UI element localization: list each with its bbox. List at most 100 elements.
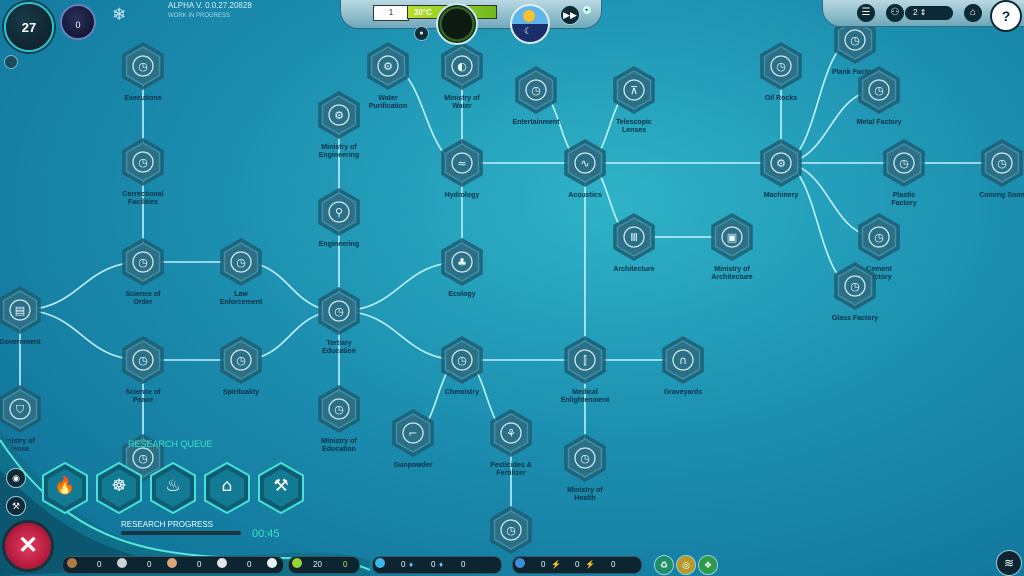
workers-count[interactable]: 2 ⇕ xyxy=(905,6,953,20)
timer-icon: ◷ xyxy=(236,256,246,269)
node-label: Metal Factory xyxy=(856,119,901,126)
tech-node-water-purification[interactable]: ⚙ WaterPurification xyxy=(367,42,409,110)
layers-icon[interactable]: ≋ xyxy=(996,550,1022,576)
wheel-icon: ☸ xyxy=(111,476,127,496)
timer-icon: ◷ xyxy=(776,60,786,73)
tech-node-ministry-engineering[interactable]: ⚙ Ministry ofEngineering xyxy=(318,91,360,159)
tech-node-ecology[interactable]: ♣ Ecology xyxy=(441,238,483,298)
timer-icon: ◷ xyxy=(334,403,344,416)
season-dial-icon[interactable] xyxy=(436,3,478,45)
timer-icon: ◷ xyxy=(580,452,590,465)
tech-node-ministry-architecture[interactable]: ▣ Ministry ofArchitecture xyxy=(711,213,753,281)
node-label: Spirituality xyxy=(223,389,259,396)
timer-icon: ◷ xyxy=(334,305,344,318)
tomb-icon: ∩ xyxy=(679,354,687,367)
node-label: Graveyards xyxy=(664,389,703,396)
timer-icon: ◷ xyxy=(874,84,884,97)
water-count-2: 0 xyxy=(431,560,436,569)
close-button[interactable]: ✕ xyxy=(2,520,54,572)
node-label: Entertainment xyxy=(512,119,560,126)
gear-icon: ⚙ xyxy=(776,157,786,170)
day-night-icon[interactable]: ☾ xyxy=(510,4,550,44)
apple-icon xyxy=(292,558,302,568)
queue-slot-3[interactable]: ♨ xyxy=(150,461,196,515)
snowflake-icon[interactable]: ❄ xyxy=(112,5,126,25)
queue-slot-2[interactable]: ☸ xyxy=(96,461,142,515)
tech-node-gunpowder[interactable]: ⌐ Gunpowder xyxy=(392,409,434,469)
drop-small-icon-2: ♦ xyxy=(439,560,444,569)
temperature-stepper[interactable]: 1 xyxy=(373,5,409,21)
node-label: Government xyxy=(0,339,41,346)
updown-icon: ⇕ xyxy=(919,8,927,17)
tech-node-ministry-water[interactable]: ◐ Ministry ofWater xyxy=(441,42,483,110)
node-label-line2: Architecture xyxy=(711,274,752,281)
tech-node-science-peace[interactable]: ◷ Science ofPeace xyxy=(122,336,164,404)
gold-icon[interactable]: ◎ xyxy=(676,555,696,575)
node-label-line2: Engineering xyxy=(319,152,359,159)
queue-slot-4[interactable]: ⌂ xyxy=(204,461,250,515)
tech-node-plastic-factory[interactable]: ◷ PlasticFactory xyxy=(883,139,925,207)
syringe-icon: ⫿ xyxy=(583,354,587,367)
speed-indicator-icon[interactable]: ▸ xyxy=(583,6,591,14)
document-icon: ▤ xyxy=(15,304,25,317)
timer-icon: ◷ xyxy=(506,524,516,537)
timer-icon: ◷ xyxy=(138,354,148,367)
happiness-counter[interactable]: 0 xyxy=(60,4,96,40)
hammer-icon[interactable]: ⚒ xyxy=(6,496,26,516)
notification-dot[interactable] xyxy=(4,55,18,69)
tree-icon: ♣ xyxy=(457,256,467,269)
leaf-icon[interactable]: ♻ xyxy=(654,555,674,575)
node-label: Science of xyxy=(125,389,161,396)
wood-icon xyxy=(67,558,77,568)
tech-node-coming-soon[interactable]: ◷ Coming Soon xyxy=(979,139,1024,199)
node-label: Ecology xyxy=(448,291,475,298)
expand-icon[interactable] xyxy=(267,558,277,568)
help-button[interactable]: ? xyxy=(990,0,1022,32)
tech-node-graveyards[interactable]: ∩ Graveyards xyxy=(662,336,704,396)
column-icon: Ⅲ xyxy=(630,231,638,244)
list-icon[interactable]: ☰ xyxy=(857,4,875,22)
eye-icon[interactable]: ● xyxy=(414,26,429,41)
node-label: Architecture xyxy=(613,266,654,273)
node-label-line2: Fertilizer xyxy=(496,470,525,477)
fast-forward-button[interactable]: ▶▶ xyxy=(560,5,580,25)
tech-node-medical[interactable]: ⫿ MedicalEnlightenment xyxy=(561,336,610,404)
drop-green-icon[interactable]: ❖ xyxy=(698,555,718,575)
tech-node-chemistry[interactable]: ◷ Chemistry xyxy=(441,336,483,396)
queue-slot-5[interactable]: ⚒ xyxy=(258,461,304,515)
water-bar: 0 ♦ 0 ♦ 0 xyxy=(372,556,502,574)
tree-edge-machinery-glass_factory xyxy=(780,162,856,287)
tech-node-telescopic[interactable]: ⊼ TelescopicLenses xyxy=(613,66,655,134)
fire-icon: 🔥 xyxy=(54,476,76,496)
population-counter[interactable]: 27 xyxy=(4,2,54,52)
node-label: Machinery xyxy=(764,192,799,199)
version-info: ALPHA V. 0.0.27.20828 WORK IN PROGRESS xyxy=(168,1,252,21)
tech-node-correctional[interactable]: ◷ CorrectionalFacilities xyxy=(122,138,164,206)
tech-node-spirituality[interactable]: ◷ Spirituality xyxy=(220,336,262,396)
tech-node-tertiary-education[interactable]: ◷ TertiaryEducation xyxy=(318,287,360,355)
node-label-line2: Purification xyxy=(369,103,408,110)
food-count: 20 xyxy=(313,560,322,569)
tech-node-machinery[interactable]: ⚙ Machinery xyxy=(760,139,802,199)
tech-node-architecture[interactable]: Ⅲ Architecture xyxy=(613,213,655,273)
queue-slot-1[interactable]: 🔥 xyxy=(42,461,88,515)
globe-icon[interactable]: ◉ xyxy=(6,468,26,488)
workers-icon[interactable]: ⚇ xyxy=(886,4,904,22)
tech-node-science-order[interactable]: ◷ Science ofOrder xyxy=(122,238,164,306)
tech-node-ministry-health[interactable]: ◷ Ministry ofHealth xyxy=(564,434,606,502)
node-label: Law xyxy=(234,291,248,298)
materials-bar: 0 0 0 0 xyxy=(62,556,284,574)
tech-node-pesticides[interactable]: ⚘ Pesticides &Fertilizer xyxy=(490,409,532,477)
food-extra: 0 xyxy=(343,560,348,569)
tech-node-law-enforcement[interactable]: ◷ LawEnforcement xyxy=(220,238,263,306)
tech-node-entertainment[interactable]: ◷ Entertainment xyxy=(512,66,560,126)
tech-node-bottom-hidden[interactable]: ◷ xyxy=(490,506,532,554)
stone-icon xyxy=(117,558,127,568)
research-queue-title: RESEARCH QUEUE xyxy=(128,439,213,449)
water-icon: ≈ xyxy=(457,157,466,170)
research-progress-time: 00:45 xyxy=(252,528,280,540)
metal-icon xyxy=(217,558,227,568)
home-icon[interactable]: ⌂ xyxy=(964,4,982,22)
moon-icon: ☾ xyxy=(524,26,533,36)
research-progress-bar xyxy=(121,531,241,535)
